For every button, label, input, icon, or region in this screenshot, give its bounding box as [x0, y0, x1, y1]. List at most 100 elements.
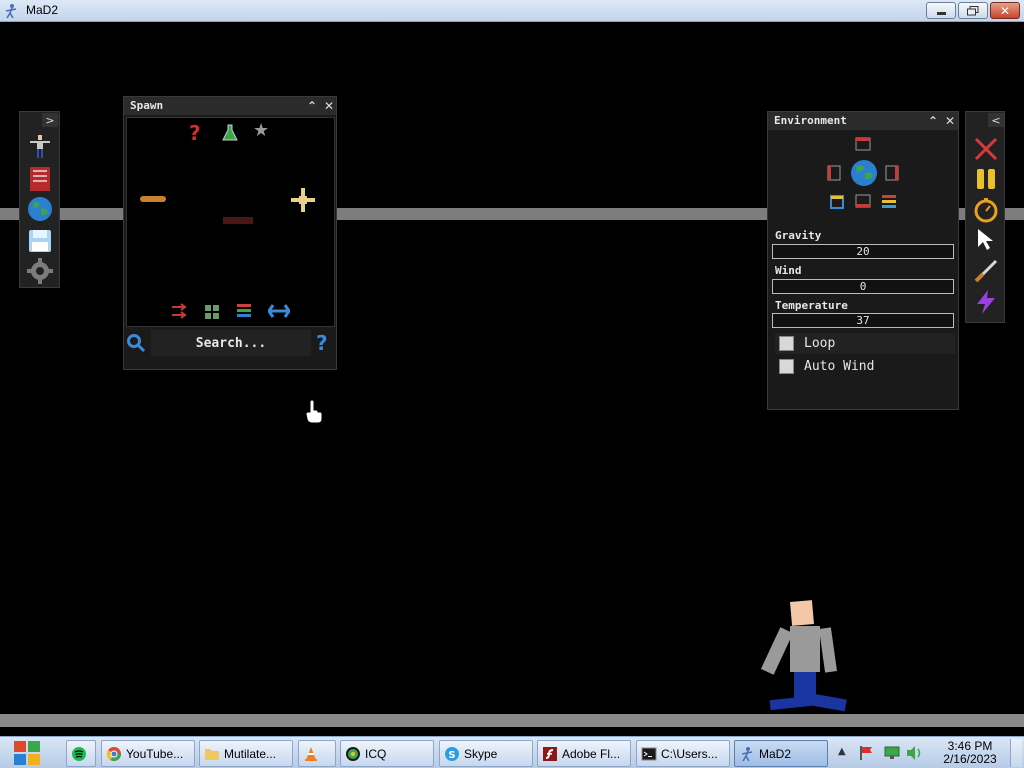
- loop-checkbox[interactable]: Loop: [775, 333, 955, 354]
- network-icon[interactable]: [884, 745, 900, 761]
- expand-toolbar-button[interactable]: >: [42, 113, 58, 127]
- flask-icon[interactable]: [222, 124, 238, 142]
- close-icon: ✕: [999, 3, 1011, 18]
- sparkle-item-icon[interactable]: [289, 186, 317, 214]
- swap-icon[interactable]: [268, 304, 290, 318]
- restore-icon: [967, 5, 979, 15]
- spawn-search-input[interactable]: Search...: [151, 330, 311, 356]
- folder-icon: [205, 748, 219, 760]
- environment-collapse-button[interactable]: ⌃: [925, 113, 941, 129]
- save-icon[interactable]: [27, 228, 53, 254]
- globe-icon[interactable]: [27, 196, 53, 222]
- skype-icon: S: [445, 746, 459, 761]
- stickman-icon: [5, 4, 17, 19]
- taskbar-item-youtube[interactable]: YouTube...: [101, 740, 195, 767]
- spawn-item-grid: ? ★: [126, 117, 335, 327]
- right-toolbar: <: [965, 111, 1005, 323]
- minimize-button[interactable]: [926, 2, 956, 19]
- volume-icon[interactable]: [906, 745, 924, 761]
- pointer-icon[interactable]: [975, 228, 997, 252]
- delete-icon[interactable]: [973, 136, 999, 162]
- right-wall-toggle-icon[interactable]: [885, 165, 899, 181]
- spotify-icon: [72, 746, 86, 761]
- wind-field[interactable]: 0: [772, 279, 954, 294]
- spawn-search-row: Search... ?: [124, 329, 336, 359]
- log-item-icon[interactable]: [140, 195, 168, 203]
- spawn-close-button[interactable]: ✕: [321, 98, 337, 114]
- start-button[interactable]: [8, 739, 46, 767]
- hand-cursor-icon: [305, 400, 323, 424]
- environment-panel: Environment ⌃ ✕ Gravity 20 Wind 0 Temper…: [767, 111, 959, 410]
- search-icon[interactable]: [126, 333, 146, 353]
- auto-wind-label: Auto Wind: [804, 359, 875, 374]
- vlc-icon: [305, 746, 317, 761]
- environment-close-button[interactable]: ✕: [942, 113, 958, 129]
- question-icon[interactable]: ?: [189, 121, 201, 145]
- taskbar-label: Skype: [464, 746, 498, 761]
- cannon-item-icon[interactable]: [223, 215, 255, 225]
- chevron-up-icon: ⌃: [927, 114, 939, 128]
- left-toolbar: >: [19, 111, 60, 288]
- star-icon[interactable]: ★: [253, 120, 269, 141]
- minimize-icon: [936, 12, 946, 15]
- taskbar-label: C:\Users...: [661, 746, 718, 761]
- shuffle-icon[interactable]: [171, 303, 189, 319]
- taskbar-item-cmd[interactable]: C:\Users...: [636, 740, 730, 767]
- gravity-field[interactable]: 20: [772, 244, 954, 259]
- restore-button[interactable]: [958, 2, 988, 19]
- list-icon[interactable]: [236, 303, 252, 319]
- help-icon[interactable]: ?: [316, 331, 328, 355]
- auto-wind-checkbox[interactable]: Auto Wind: [775, 356, 955, 377]
- temperature-label: Temperature: [775, 299, 848, 312]
- chevron-right-icon: >: [45, 113, 55, 127]
- layers-icon[interactable]: [881, 194, 897, 210]
- spawn-collapse-button[interactable]: ⌃: [304, 98, 320, 114]
- taskbar-label: MaD2: [759, 746, 792, 761]
- taskbar-item-mad2[interactable]: MaD2: [734, 740, 828, 767]
- ceiling-toggle-icon[interactable]: [855, 137, 871, 151]
- show-desktop-button[interactable]: [1010, 739, 1022, 767]
- icq-icon: [346, 746, 360, 761]
- box-outline-icon[interactable]: [829, 194, 845, 210]
- window-titlebar[interactable]: MaD2 ✕: [0, 0, 1024, 22]
- temperature-field[interactable]: 37: [772, 313, 954, 328]
- close-icon: ✕: [323, 99, 335, 113]
- taskbar-item-adobe-flash[interactable]: Adobe Fl...: [537, 740, 631, 767]
- spawn-panel: Spawn ⌃ ✕ ? ★ Search... ?: [123, 96, 337, 370]
- tray-expand-icon[interactable]: ▲: [838, 746, 846, 757]
- chevron-left-icon: <: [991, 113, 1001, 127]
- taskbar-label: YouTube...: [126, 746, 184, 761]
- taskbar-clock[interactable]: 3:46 PM 2/16/2023: [937, 740, 1003, 766]
- auto-wind-checkbox-box[interactable]: [779, 359, 794, 374]
- floor-toggle-icon[interactable]: [855, 194, 871, 208]
- pause-icon[interactable]: [973, 166, 999, 192]
- book-icon[interactable]: [27, 166, 53, 192]
- gear-icon[interactable]: [27, 258, 53, 284]
- taskbar-item-icq[interactable]: ICQ: [340, 740, 434, 767]
- taskbar-item-spotify[interactable]: [66, 740, 96, 767]
- collapse-toolbar-button[interactable]: <: [988, 113, 1004, 127]
- flash-icon: [543, 746, 557, 761]
- window-title: MaD2: [26, 3, 59, 17]
- close-button[interactable]: ✕: [990, 2, 1020, 19]
- action-center-flag-icon[interactable]: [858, 745, 874, 761]
- taskbar: YouTube... Mutilate... ICQ S Skype Adobe…: [0, 736, 1024, 768]
- cmd-icon: [641, 747, 657, 760]
- globe-icon[interactable]: [850, 159, 878, 187]
- knife-icon[interactable]: [973, 258, 999, 284]
- taskbar-item-mutilate[interactable]: Mutilate...: [199, 740, 293, 767]
- taskbar-label: Adobe Fl...: [562, 746, 621, 761]
- ragdoll-icon[interactable]: [27, 134, 53, 160]
- grid-icon[interactable]: [204, 304, 220, 320]
- lightning-icon[interactable]: [973, 289, 999, 315]
- taskbar-label: Mutilate...: [224, 746, 277, 761]
- taskbar-item-vlc[interactable]: [298, 740, 336, 767]
- stopwatch-icon[interactable]: [973, 197, 999, 223]
- mad2-icon: [741, 746, 753, 761]
- left-wall-toggle-icon[interactable]: [827, 165, 841, 181]
- ragdoll-figure[interactable]: [760, 598, 852, 714]
- chevron-up-icon: ⌃: [306, 99, 318, 113]
- loop-checkbox-box[interactable]: [779, 336, 794, 351]
- taskbar-item-skype[interactable]: S Skype: [439, 740, 533, 767]
- chrome-icon: [106, 746, 121, 761]
